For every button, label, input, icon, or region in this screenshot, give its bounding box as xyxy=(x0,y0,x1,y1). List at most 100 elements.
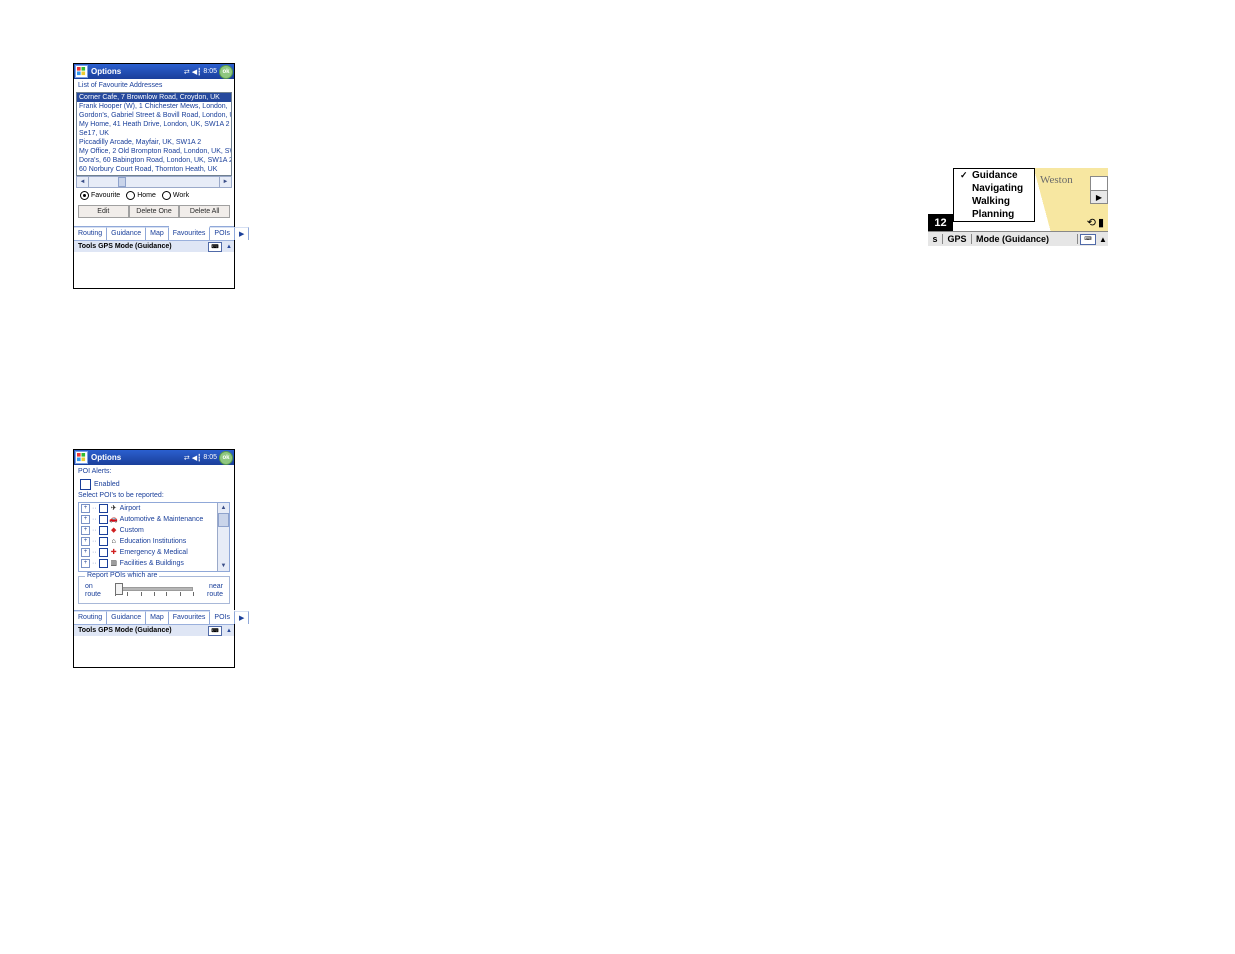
keyboard-icon[interactable]: ⌨ xyxy=(1080,234,1096,245)
menu-item-navigating[interactable]: Navigating xyxy=(954,182,1034,195)
tabs: RoutingGuidanceMapFavouritesPOIs▶ xyxy=(74,226,234,240)
start-icon[interactable] xyxy=(75,451,88,464)
menu-up-icon[interactable]: ▲ xyxy=(226,244,232,250)
tab-map[interactable]: Map xyxy=(146,611,169,624)
tree-node[interactable]: +··◆Custom xyxy=(79,525,217,536)
menubar-text: Tools GPS Mode (Guidance) xyxy=(78,627,172,634)
expand-icon[interactable]: + xyxy=(81,526,90,535)
start-icon[interactable] xyxy=(75,65,88,78)
tree-node[interactable]: +··▥Facilities & Buildings xyxy=(79,558,217,569)
bottom-bar[interactable]: s GPS Mode (Guidance) ⌨ ▲ xyxy=(928,231,1108,246)
menubar[interactable]: Tools GPS Mode (Guidance) ⌨ ▲ xyxy=(74,240,234,252)
node-checkbox[interactable] xyxy=(99,559,108,568)
radio-home[interactable]: Home xyxy=(126,191,156,200)
favourite-row[interactable]: Gordon's, Gabriel Street & Bovill Road, … xyxy=(77,111,231,120)
connectivity-icon: ⇄ xyxy=(184,454,190,462)
titlebar: Options ⇄ ◀┇ 8:05 ok xyxy=(74,64,234,79)
expand-icon[interactable]: + xyxy=(81,504,90,513)
tab-scroll-right-icon[interactable]: ▶ xyxy=(235,227,249,240)
tree-node[interactable]: +··✚Emergency & Medical xyxy=(79,547,217,558)
vscrollbar[interactable]: ▲ ▼ xyxy=(217,503,229,571)
tree-node[interactable]: +··⌂Education Institutions xyxy=(79,536,217,547)
menu-item-planning[interactable]: Planning xyxy=(954,208,1034,221)
scroll-up-icon[interactable]: ▲ xyxy=(218,503,229,513)
favourite-row[interactable]: Se17, UK xyxy=(77,129,231,138)
tab-routing[interactable]: Routing xyxy=(74,611,107,624)
pda-poi-alerts: Options ⇄ ◀┇ 8:05 ok POI Alerts: Enabled… xyxy=(73,449,235,668)
node-checkbox[interactable] xyxy=(99,515,108,524)
radio-favourite[interactable]: Favourite xyxy=(80,191,120,200)
node-checkbox[interactable] xyxy=(99,537,108,546)
node-label: Education Institutions xyxy=(120,536,187,547)
scroll-down-icon[interactable]: ▼ xyxy=(218,561,229,571)
tab-map[interactable]: Map xyxy=(146,227,169,240)
map-snippet: Weston ▶ ✓GuidanceNavigatingWalkingPlann… xyxy=(928,168,1108,246)
menu-item-walking[interactable]: Walking xyxy=(954,195,1034,208)
node-label: Custom xyxy=(120,525,144,536)
favourite-row[interactable]: Frank Hooper (W), 1 Chichester Mews, Lon… xyxy=(77,102,231,111)
tree-node[interactable]: +··✈Airport xyxy=(79,503,217,514)
tab-scroll-right-icon[interactable]: ▶ xyxy=(235,611,249,624)
expand-arrow-icon[interactable]: ▶ xyxy=(1090,190,1108,204)
scroll-right-icon[interactable]: ► xyxy=(219,177,231,187)
tab-guidance[interactable]: Guidance xyxy=(107,227,146,240)
favourite-row[interactable]: Piccadilly Arcade, Mayfair, UK, SW1A 2 xyxy=(77,138,231,147)
menubar-text: Tools GPS Mode (Guidance) xyxy=(78,243,172,250)
node-checkbox[interactable] xyxy=(99,548,108,557)
ok-button[interactable]: ok xyxy=(219,65,233,79)
edit-button[interactable]: Edit xyxy=(78,205,129,218)
node-label: Airport xyxy=(120,503,141,514)
favourite-row[interactable]: 60 Norbury Court Road, Thornton Heath, U… xyxy=(77,165,231,174)
tab-favourites[interactable]: Favourites xyxy=(169,611,211,624)
radio-work[interactable]: Work xyxy=(162,191,189,200)
expand-icon[interactable]: + xyxy=(81,537,90,546)
node-checkbox[interactable] xyxy=(99,504,108,513)
keyboard-icon[interactable]: ⌨ xyxy=(208,626,222,636)
favourite-row[interactable]: Dora's, 60 Babington Road, London, UK, S… xyxy=(77,156,231,165)
bar-gps[interactable]: GPS xyxy=(943,234,972,244)
delete-one-button[interactable]: Delete One xyxy=(129,205,180,218)
category-icon: ▥ xyxy=(110,560,118,568)
expand-icon[interactable]: + xyxy=(81,559,90,568)
type-radios: Favourite Home Work xyxy=(74,188,234,203)
enabled-checkbox[interactable] xyxy=(80,479,91,490)
slider-label-right: nearroute xyxy=(197,583,223,599)
favourite-row[interactable]: My Office, 2 Old Brompton Road, London, … xyxy=(77,147,231,156)
favourite-row[interactable]: Corner Cafe, 7 Brownlow Road, Croydon, U… xyxy=(77,93,231,102)
expand-icon[interactable]: + xyxy=(81,515,90,524)
clock: 8:05 xyxy=(203,68,217,75)
keyboard-icon[interactable]: ⌨ xyxy=(208,242,222,252)
bar-mode[interactable]: Mode (Guidance) xyxy=(972,234,1078,244)
hscrollbar[interactable]: ◄ ► xyxy=(76,176,232,188)
favourite-row[interactable]: My Home, 41 Heath Drive, London, UK, SW1… xyxy=(77,120,231,129)
menu-up-icon[interactable]: ▲ xyxy=(226,628,232,634)
tab-pois[interactable]: POIs xyxy=(210,227,235,240)
node-checkbox[interactable] xyxy=(99,526,108,535)
sync-icon: ⟲ xyxy=(1087,216,1096,229)
menu-up-icon[interactable]: ▲ xyxy=(1098,235,1108,244)
ok-button[interactable]: ok xyxy=(219,451,233,465)
title: Options xyxy=(91,67,121,76)
pda-favourites: Options ⇄ ◀┇ 8:05 ok List of Favourite A… xyxy=(73,63,235,289)
category-icon: 🚗 xyxy=(110,516,118,524)
menubar[interactable]: Tools GPS Mode (Guidance) ⌨ ▲ xyxy=(74,624,234,636)
delete-all-button[interactable]: Delete All xyxy=(179,205,230,218)
tab-guidance[interactable]: Guidance xyxy=(107,611,146,624)
favourites-list[interactable]: Corner Cafe, 7 Brownlow Road, Croydon, U… xyxy=(76,92,232,176)
expand-icon[interactable]: + xyxy=(81,548,90,557)
tab-routing[interactable]: Routing xyxy=(74,227,107,240)
slider-handle[interactable] xyxy=(115,583,123,595)
menu-item-guidance[interactable]: ✓Guidance xyxy=(954,169,1034,182)
tree-node[interactable]: +··🚗Automotive & Maintenance xyxy=(79,514,217,525)
distance-slider[interactable] xyxy=(115,584,193,598)
scroll-thumb[interactable] xyxy=(118,177,126,187)
poi-tree[interactable]: +··✈Airport+··🚗Automotive & Maintenance+… xyxy=(78,502,230,572)
tab-favourites[interactable]: Favourites xyxy=(169,226,211,240)
tab-pois[interactable]: POIs xyxy=(210,610,235,624)
scroll-left-icon[interactable]: ◄ xyxy=(77,177,89,187)
direction-panel xyxy=(928,168,954,214)
mode-menu[interactable]: ✓GuidanceNavigatingWalkingPlanning xyxy=(953,168,1035,222)
heading-poi: POI Alerts: xyxy=(74,465,234,478)
category-icon: ✚ xyxy=(110,549,118,557)
scroll-thumb[interactable] xyxy=(218,513,229,527)
